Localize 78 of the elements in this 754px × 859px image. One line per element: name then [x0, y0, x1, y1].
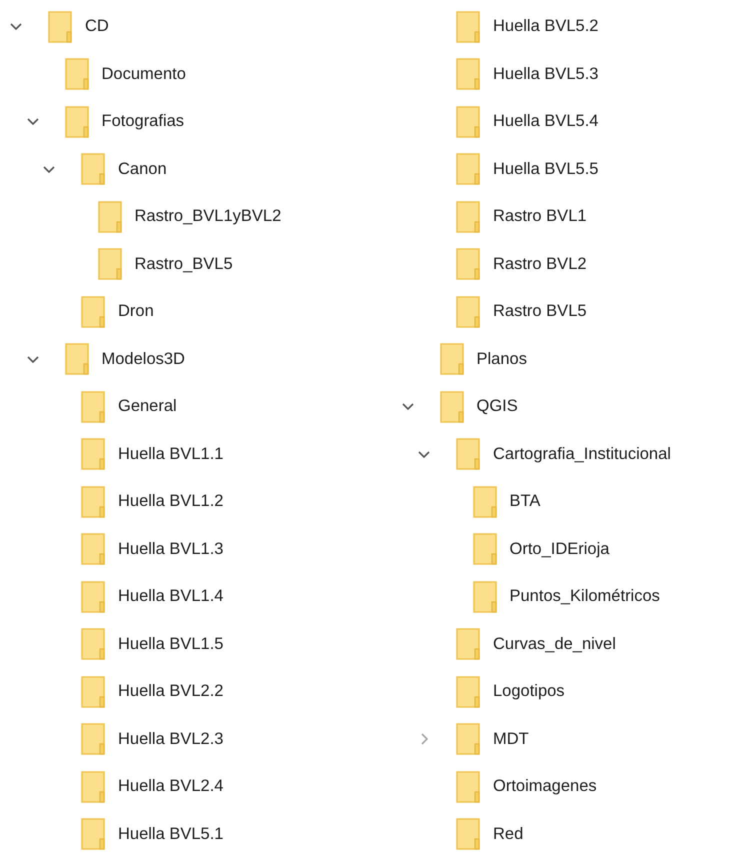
- folder-name[interactable]: Fotografias: [102, 112, 184, 132]
- folder-icon: [81, 770, 106, 803]
- folder-icon: [456, 10, 481, 43]
- folder-name[interactable]: Cartografia_Institucional: [493, 444, 671, 464]
- folder-icon: [456, 770, 481, 803]
- folder-icon: [81, 580, 106, 613]
- folder-name[interactable]: Curvas_de_nivel: [493, 634, 616, 654]
- folder-icon: [456, 153, 481, 186]
- folder-icon: [456, 106, 481, 138]
- folder-icon: [456, 248, 481, 280]
- folder-icon: [456, 723, 481, 756]
- folder-name[interactable]: Huella BVL1.3: [118, 540, 224, 559]
- folder-icon: [440, 343, 464, 376]
- folder-icon: [81, 628, 106, 660]
- folder-icon: [456, 818, 481, 850]
- folder-name[interactable]: Logotipos: [493, 682, 565, 702]
- folder-name[interactable]: Huella BVL1.2: [118, 492, 224, 512]
- folder-icon: [81, 153, 106, 186]
- folder-name[interactable]: Huella BVL5.2: [493, 17, 598, 36]
- folder-name[interactable]: Canon: [118, 160, 167, 179]
- collapse-chevron-icon[interactable]: [26, 356, 38, 363]
- folder-name[interactable]: CD: [85, 17, 109, 36]
- folder-name[interactable]: Huella BVL5.5: [493, 160, 598, 179]
- folder-icon: [456, 200, 481, 233]
- folder-name[interactable]: Huella BVL2.2: [118, 682, 224, 702]
- folder-name[interactable]: Modelos3D: [102, 350, 185, 369]
- folder-name[interactable]: Huella BVL5.3: [493, 64, 598, 84]
- collapse-chevron-icon[interactable]: [26, 118, 38, 126]
- folder-icon: [98, 200, 122, 233]
- collapse-chevron-icon[interactable]: [418, 450, 430, 458]
- folder-icon: [81, 486, 106, 518]
- folder-name[interactable]: Huella BVL2.3: [118, 730, 224, 749]
- folder-name[interactable]: Huella BVL5.1: [118, 824, 224, 844]
- folder-icon: [81, 723, 106, 756]
- folder-icon: [456, 676, 481, 708]
- folder-icon: [64, 58, 90, 90]
- folder-name[interactable]: Dron: [118, 302, 154, 322]
- folder-icon: [98, 248, 122, 280]
- folder-icon: [81, 296, 106, 328]
- folder-name[interactable]: Puntos_Kilométricos: [510, 587, 660, 606]
- folder-icon: [472, 486, 498, 518]
- folder-name[interactable]: Rastro_BVL5: [134, 254, 233, 274]
- folder-name[interactable]: Huella BVL1.5: [118, 634, 224, 654]
- folder-name[interactable]: QGIS: [476, 397, 518, 416]
- folder-icon: [456, 628, 481, 660]
- folder-name[interactable]: BTA: [510, 492, 540, 512]
- folder-icon: [81, 676, 106, 708]
- folder-name[interactable]: MDT: [493, 730, 529, 749]
- folder-name[interactable]: Rastro_BVL1yBVL2: [134, 207, 282, 226]
- folder-icon: [81, 438, 106, 470]
- folder-name[interactable]: Rastro BVL1: [493, 207, 587, 226]
- folder-name[interactable]: Huella BVL1.1: [118, 444, 224, 464]
- folder-name[interactable]: General: [118, 397, 177, 416]
- folder-name[interactable]: Huella BVL2.4: [118, 777, 224, 796]
- folder-icon: [64, 343, 90, 376]
- folder-name[interactable]: Orto_IDErioja: [510, 540, 610, 559]
- folder-name[interactable]: Red: [493, 824, 524, 844]
- folder-icon: [64, 106, 90, 138]
- folder-name[interactable]: Huella BVL5.4: [493, 112, 598, 132]
- collapse-chevron-icon[interactable]: [10, 23, 22, 30]
- collapse-chevron-icon[interactable]: [43, 166, 55, 173]
- folder-icon: [472, 533, 498, 566]
- folder-icon: [81, 818, 106, 850]
- folder-icon: [48, 10, 73, 43]
- folder-name[interactable]: Documento: [102, 64, 186, 84]
- folder-icon: [472, 580, 498, 613]
- folder-icon: [440, 390, 464, 423]
- folder-name[interactable]: Ortoimagenes: [493, 777, 597, 796]
- folder-name[interactable]: Rastro BVL5: [493, 302, 587, 322]
- folder-name[interactable]: Huella BVL1.4: [118, 587, 224, 606]
- folder-icon: [456, 438, 481, 470]
- folder-icon: [456, 296, 481, 328]
- folder-icon: [456, 58, 481, 90]
- folder-icon: [81, 533, 106, 566]
- folder-icon: [81, 390, 106, 423]
- collapse-chevron-icon[interactable]: [402, 403, 414, 410]
- folder-name[interactable]: Planos: [476, 350, 527, 369]
- folder-name[interactable]: Rastro BVL2: [493, 254, 587, 274]
